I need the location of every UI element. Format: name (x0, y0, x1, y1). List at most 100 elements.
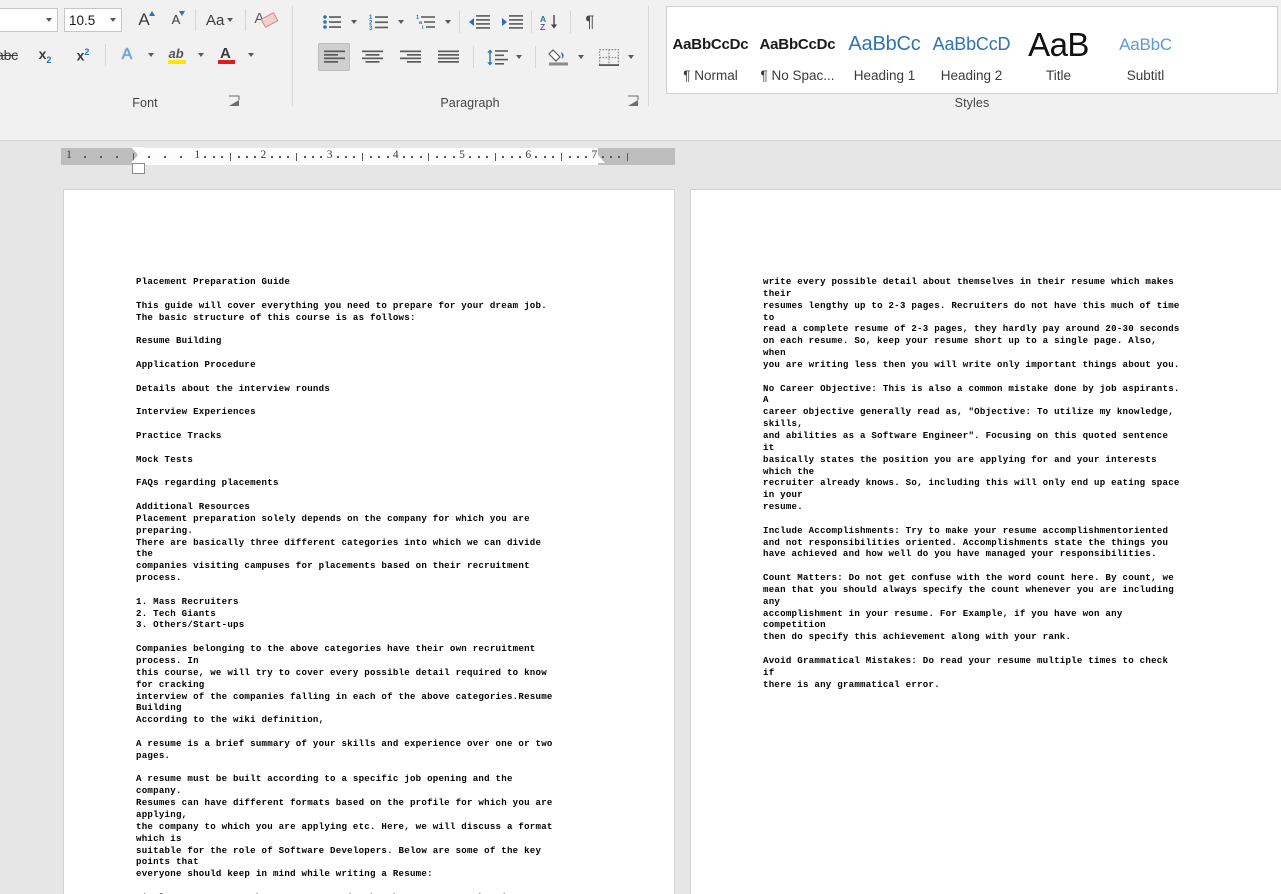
superscript-button[interactable]: x2 (66, 41, 100, 69)
ribbon-group-font: ew 10.5 A A (0, 0, 290, 112)
document-canvas[interactable]: Placement Preparation GuideThis guide wi… (0, 174, 1281, 894)
document-line: on each resume. So, keep your resume sho… (763, 335, 1263, 347)
first-line-indent-marker[interactable] (131, 147, 145, 155)
show-formatting-marks-button[interactable]: ¶ (576, 8, 604, 36)
ruler-area: 11234567 (0, 141, 1281, 174)
strikethrough-button[interactable]: abc (0, 41, 24, 69)
chevron-down-icon (445, 20, 451, 24)
line-spacing-button[interactable] (483, 43, 511, 71)
paragraph-group-label: Paragraph (300, 96, 640, 110)
borders-button[interactable] (595, 43, 623, 71)
document-line: Placement Preparation Guide (136, 276, 636, 288)
bullet-list-icon (322, 14, 342, 30)
clear-formatting-icon: A (254, 10, 276, 30)
style-item-heading-2[interactable]: AaBbCcD Heading 2 (928, 7, 1015, 93)
font-name-dropdown-arrow[interactable] (41, 9, 57, 31)
borders-dropdown-arrow[interactable] (623, 43, 638, 71)
document-line: Placement preparation solely depends on … (136, 513, 636, 525)
document-line: Additional Resources (136, 501, 636, 513)
ribbon: ew 10.5 A A (0, 0, 1281, 141)
increase-indent-button[interactable] (498, 8, 526, 36)
font-size-dropdown-arrow[interactable] (105, 9, 121, 31)
highlight-color-button[interactable]: ab (161, 41, 193, 69)
paragraph-spacer (763, 513, 1263, 525)
paragraph-spacer (136, 762, 636, 774)
paragraph-dialog-launcher-icon[interactable] (627, 95, 640, 108)
document-line: 2. Tech Giants (136, 608, 636, 620)
document-line: write every possible detail about themse… (763, 276, 1263, 288)
font-color-dropdown-arrow[interactable] (243, 41, 257, 69)
decrease-indent-button[interactable] (465, 8, 493, 36)
style-item-normal[interactable]: AaBbCcDc ¶ Normal (667, 7, 754, 93)
document-line: the company to which you are applying et… (136, 821, 636, 833)
style-item-no-spacing[interactable]: AaBbCcDc ¶ No Spac... (754, 7, 841, 93)
chevron-down-icon (516, 55, 522, 59)
decrease-indent-icon (468, 14, 490, 30)
hanging-indent-marker[interactable] (131, 155, 145, 163)
document-line: and abilities as a Software Engineer". F… (763, 430, 1263, 442)
styles-gallery[interactable]: AaBbCcDc ¶ Normal AaBbCcDc ¶ No Spac... … (666, 6, 1278, 94)
paragraph-group-row-1: 1 2 3 1 a (318, 8, 604, 36)
document-line: suitable for the role of Software Develo… (136, 845, 636, 857)
style-preview: AaB (1015, 22, 1102, 68)
align-right-button[interactable] (394, 43, 426, 71)
font-group-row-2: abc x2 x2 A (0, 41, 257, 69)
triangle-down-icon (179, 11, 185, 16)
style-preview: AaBbCcD (928, 22, 1015, 68)
document-line: competition (763, 619, 1263, 631)
left-indent-marker[interactable] (132, 163, 145, 174)
document-page-1[interactable]: Placement Preparation GuideThis guide wi… (63, 189, 675, 894)
font-size-combo[interactable]: 10.5 (64, 8, 122, 32)
document-line: and not responsibilities oriented. Accom… (763, 537, 1263, 549)
align-left-button[interactable] (318, 43, 350, 71)
document-line: you are writing less then you will write… (763, 359, 1263, 371)
divider (245, 9, 246, 31)
document-line: applying, (136, 809, 636, 821)
text-effects-button[interactable]: A (111, 41, 143, 69)
subscript-icon: x2 (39, 46, 52, 65)
divider (292, 6, 293, 106)
right-indent-marker[interactable] (591, 155, 605, 163)
shrink-font-button[interactable]: A (162, 6, 190, 34)
style-item-title[interactable]: AaB Title (1015, 7, 1102, 93)
document-page-2[interactable]: write every possible detail about themse… (690, 189, 1281, 894)
text-effects-dropdown-arrow[interactable] (143, 41, 157, 69)
change-case-button[interactable]: Aa (201, 6, 240, 34)
ribbon-group-styles: AaBbCcDc ¶ Normal AaBbCcDc ¶ No Spac... … (656, 0, 1281, 112)
sort-az-icon: A Z (540, 14, 562, 31)
style-preview: AaBbCcDc (754, 22, 841, 68)
font-name-combo[interactable]: ew (0, 8, 58, 32)
line-spacing-dropdown-arrow[interactable] (511, 43, 526, 71)
numbering-dropdown-arrow[interactable] (393, 8, 407, 36)
page-1-text[interactable]: Placement Preparation GuideThis guide wi… (136, 276, 636, 894)
clear-formatting-button[interactable]: A (251, 6, 279, 34)
document-line: No Career Objective: This is also a comm… (763, 383, 1263, 395)
align-center-button[interactable] (356, 43, 388, 71)
multilevel-list-button[interactable]: 1 a i (412, 8, 440, 36)
style-preview: AaBbCc (841, 22, 928, 68)
font-dialog-launcher-icon[interactable] (228, 95, 241, 108)
grow-font-button[interactable]: A (130, 6, 158, 34)
divider (570, 11, 571, 33)
style-item-subtitle[interactable]: AaBbC Subtitl (1102, 7, 1189, 93)
bullets-dropdown-arrow[interactable] (346, 8, 360, 36)
align-left-icon (324, 50, 345, 65)
style-item-heading-1[interactable]: AaBbCc Heading 1 (841, 7, 928, 93)
chevron-down-icon (198, 53, 204, 57)
document-line: Count Matters: Do not get confuse with t… (763, 572, 1263, 584)
shading-dropdown-arrow[interactable] (573, 43, 588, 71)
highlight-dropdown-arrow[interactable] (193, 41, 207, 69)
numbering-button[interactable]: 1 2 3 (365, 8, 393, 36)
multilevel-dropdown-arrow[interactable] (440, 8, 454, 36)
document-line: Resumes can have different formats based… (136, 797, 636, 809)
ruler-indent-markers (61, 142, 675, 172)
font-color-button[interactable]: A (211, 41, 243, 69)
shading-button[interactable] (545, 43, 573, 71)
subscript-button[interactable]: x2 (28, 41, 62, 69)
font-group-row-1: ew 10.5 A A (0, 6, 279, 34)
document-line: Details about the interview rounds (136, 383, 636, 395)
justify-button[interactable] (432, 43, 464, 71)
page-2-text[interactable]: write every possible detail about themse… (763, 276, 1263, 691)
bullets-button[interactable] (318, 8, 346, 36)
sort-button[interactable]: A Z (537, 8, 565, 36)
